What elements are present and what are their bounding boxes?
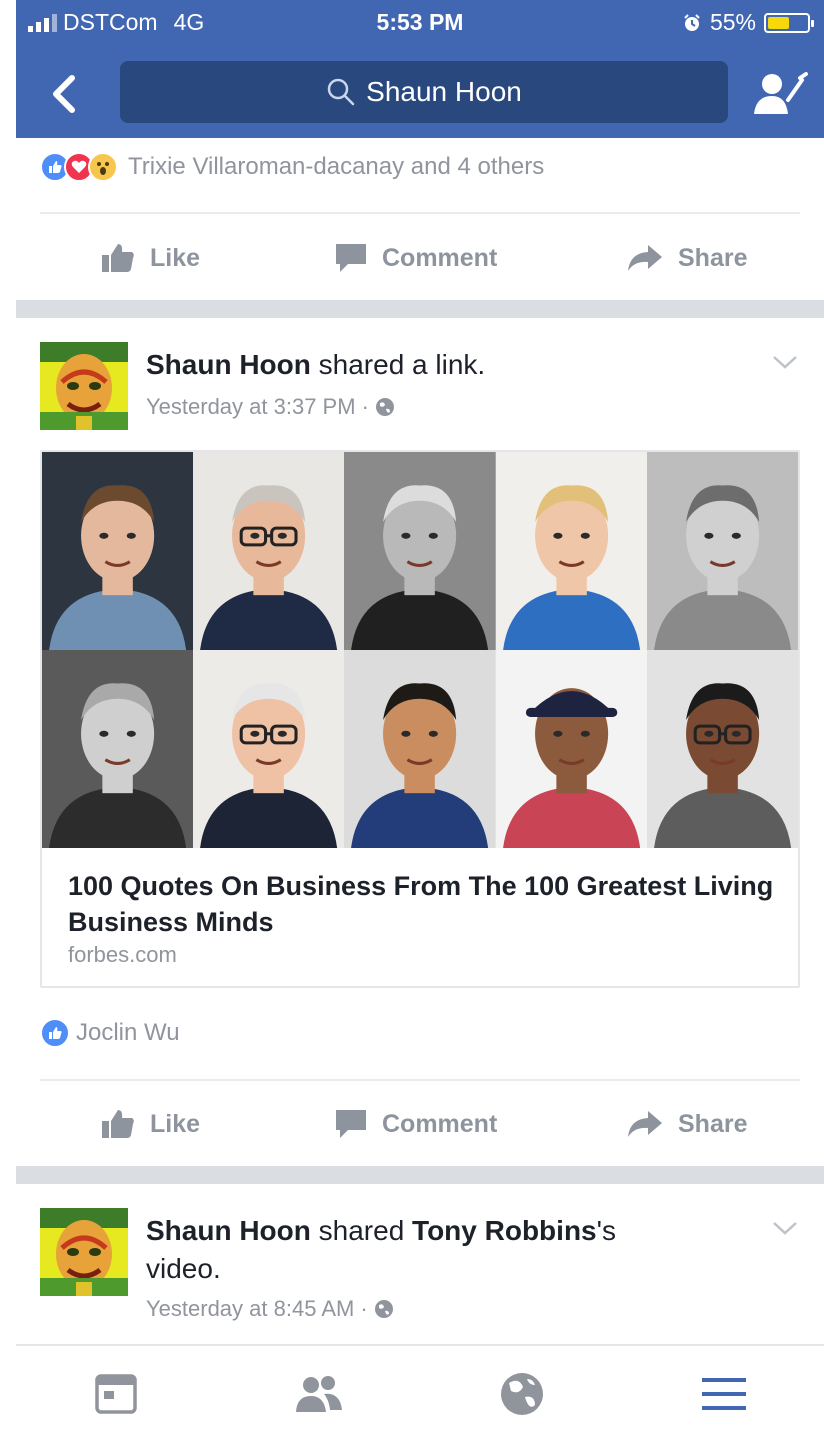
reactions-text: Trixie Villaroman-dacanay and 4 others — [128, 153, 545, 180]
post-verb: shared a link. — [310, 349, 486, 380]
like-button[interactable]: Like — [100, 228, 200, 288]
author-name[interactable]: Shaun Hoon — [146, 1215, 311, 1246]
tab-menu[interactable] — [694, 1366, 754, 1422]
portrait-tile — [344, 452, 496, 650]
status-right: 55% — [682, 9, 814, 36]
divider — [40, 1079, 800, 1081]
comment-button[interactable]: Comment — [334, 228, 497, 288]
portrait-tile — [42, 452, 194, 650]
author-name[interactable]: Shaun Hoon — [146, 349, 311, 380]
post-header: Shaun Hoon shared a link. Yesterday at 3… — [40, 342, 800, 432]
status-bar: DSTCom 4G 5:53 PM 55% — [16, 0, 824, 46]
share-icon — [628, 1111, 662, 1137]
portrait-tile — [193, 650, 345, 848]
menu-icon — [702, 1378, 746, 1410]
link-title[interactable]: 100 Quotes On Business From The 100 Grea… — [68, 868, 788, 940]
comment-label: Comment — [382, 1109, 498, 1138]
divider — [40, 212, 800, 214]
battery-percent: 55% — [709, 9, 756, 35]
friend-request-icon[interactable] — [752, 70, 808, 116]
globe-privacy-icon — [374, 1300, 393, 1318]
feed-separator — [16, 300, 824, 318]
comment-button[interactable]: Comment — [334, 1094, 497, 1154]
globe-privacy-icon — [375, 398, 394, 416]
share-button[interactable]: Share — [626, 228, 747, 288]
portrait-tile — [495, 452, 647, 650]
alarm-icon — [684, 13, 700, 31]
thumbs-up-icon — [102, 1110, 134, 1138]
back-arrow-icon[interactable] — [44, 72, 84, 116]
share-button[interactable]: Share — [626, 1094, 747, 1154]
search-icon — [327, 78, 355, 106]
post-timestamp[interactable]: Yesterday at 8:45 AM · — [146, 1296, 394, 1322]
post-actions: Like Comment Share — [16, 228, 824, 288]
like-button[interactable]: Like — [100, 1094, 200, 1154]
timestamp-text: Yesterday at 8:45 AM · — [146, 1296, 368, 1321]
tab-notifications-globe[interactable] — [492, 1366, 552, 1422]
friends-icon — [296, 1376, 342, 1412]
chevron-down-icon[interactable] — [770, 352, 800, 372]
portrait-tile — [193, 452, 345, 650]
possessive-suffix: 's — [596, 1215, 616, 1246]
reactions-summary[interactable]: Trixie Villaroman-dacanay and 4 others — [40, 152, 544, 182]
post-headline-2: Shaun Hoon shared Tony Robbins's video. — [146, 1212, 746, 1288]
link-image-collage — [42, 452, 798, 848]
comment-icon — [336, 244, 366, 272]
share-label: Share — [678, 243, 748, 272]
link-domain: forbes.com — [68, 942, 177, 967]
bottom-tab-bar — [16, 1344, 824, 1438]
globe-icon — [501, 1373, 543, 1415]
news-feed-icon — [95, 1374, 137, 1414]
tab-friends[interactable] — [288, 1366, 348, 1422]
chevron-down-icon[interactable] — [770, 1218, 800, 1238]
link-preview-card[interactable]: 100 Quotes On Business From The 100 Grea… — [40, 450, 800, 988]
post-object: video. — [146, 1253, 221, 1284]
post-header-2: Shaun Hoon shared Tony Robbins's video. … — [40, 1208, 800, 1321]
like-label: Like — [150, 1109, 201, 1138]
share-icon — [628, 245, 662, 271]
app-frame: DSTCom 4G 5:53 PM 55% Shaun Hoon Trixie … — [16, 0, 824, 1438]
tab-news-feed[interactable] — [86, 1366, 146, 1422]
search-input[interactable]: Shaun Hoon — [120, 61, 728, 123]
wow-reaction-icon — [88, 152, 118, 182]
avatar[interactable] — [40, 1208, 128, 1296]
battery-fill — [768, 16, 789, 29]
portrait-tile — [646, 650, 798, 848]
share-label: Share — [678, 1109, 748, 1138]
timestamp-text: Yesterday at 3:37 PM · — [146, 394, 369, 419]
portrait-tile — [646, 452, 798, 650]
avatar[interactable] — [40, 342, 128, 430]
like-label: Like — [150, 243, 201, 272]
portrait-tile — [344, 650, 496, 848]
comment-label: Comment — [382, 243, 498, 272]
post-verb: shared — [310, 1215, 413, 1246]
like-reaction-icon — [40, 1018, 70, 1048]
portrait-tile — [495, 650, 647, 848]
post-timestamp[interactable]: Yesterday at 3:37 PM · — [146, 394, 395, 420]
thumbs-up-icon — [102, 244, 134, 272]
feed-separator — [16, 1166, 824, 1184]
comment-icon — [336, 1110, 366, 1138]
post-actions-2: Like Comment Share — [16, 1094, 824, 1154]
reactions-summary-2[interactable]: Joclin Wu — [40, 1018, 180, 1048]
post-headline: Shaun Hoon shared a link. — [146, 346, 746, 384]
search-text: Shaun Hoon — [366, 76, 522, 107]
battery-icon — [764, 12, 814, 33]
reactions-text-2: Joclin Wu — [76, 1019, 180, 1046]
shared-from-name[interactable]: Tony Robbins — [412, 1215, 597, 1246]
portrait-tile — [42, 650, 194, 848]
